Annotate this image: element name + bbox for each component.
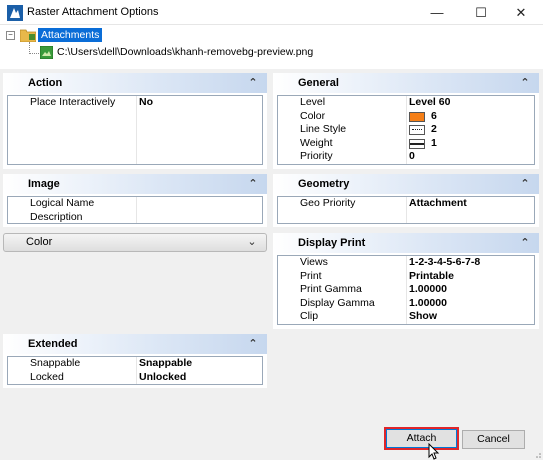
chevron-up-icon[interactable]: ⌃: [245, 334, 261, 354]
panel-title: Color: [26, 236, 53, 248]
property-row[interactable]: Views 1-2-3-4-5-6-7-8: [278, 256, 534, 270]
color-swatch[interactable]: [409, 111, 425, 122]
property-label: Priority: [300, 150, 333, 162]
property-row[interactable]: Locked Unlocked: [8, 371, 262, 385]
image-panel: Image ⌃ Logical Name Description: [3, 174, 267, 227]
property-label: Place Interactively: [30, 96, 116, 108]
property-value[interactable]: Level 60: [409, 96, 450, 110]
property-label: Views: [300, 256, 328, 268]
action-panel: Action ⌃ Place Interactively No: [3, 73, 267, 169]
property-row[interactable]: Print Gamma 1.00000: [278, 283, 534, 297]
chevron-up-icon[interactable]: ⌃: [517, 174, 533, 194]
attach-button[interactable]: Attach: [386, 429, 457, 448]
panel-title: Display Print: [298, 237, 366, 249]
image-properties: Logical Name Description: [7, 196, 263, 224]
property-row[interactable]: Geo Priority Attachment: [278, 197, 534, 211]
mouse-cursor-icon: [428, 443, 440, 460]
property-value[interactable]: Printable: [409, 270, 454, 284]
cancel-button[interactable]: Cancel: [462, 430, 525, 449]
window-title: Raster Attachment Options: [27, 6, 159, 18]
action-properties: Place Interactively No: [7, 95, 263, 165]
maximize-button[interactable]: ☐: [459, 0, 503, 25]
general-properties: Level Level 60 Color 6 Line Style 2 Weig…: [277, 95, 535, 165]
tree-root-attachments[interactable]: Attachments: [38, 28, 103, 42]
close-button[interactable]: ✕: [499, 0, 543, 25]
property-row[interactable]: Weight 1: [278, 137, 534, 151]
property-row[interactable]: Clip Show: [278, 310, 534, 324]
extended-properties: Snappable Snappable Locked Unlocked: [7, 356, 263, 385]
panel-title: Action: [28, 77, 63, 89]
property-row[interactable]: Place Interactively No: [8, 96, 262, 110]
property-row[interactable]: Color 6: [278, 110, 534, 124]
property-row[interactable]: Priority 0: [278, 150, 534, 164]
extended-panel-header[interactable]: Extended ⌃: [3, 334, 267, 354]
title-bar: Raster Attachment Options — ☐ ✕: [0, 0, 543, 25]
property-value[interactable]: No: [139, 96, 153, 110]
folder-icon: [20, 29, 36, 42]
resize-grip-icon[interactable]: [533, 450, 541, 458]
property-label: Print Gamma: [300, 283, 362, 295]
property-value[interactable]: 1-2-3-4-5-6-7-8: [409, 256, 480, 270]
property-label: Display Gamma: [300, 296, 375, 309]
property-row[interactable]: Display Gamma 1.00000: [278, 297, 534, 311]
property-label: Description: [30, 210, 83, 223]
panel-title: Extended: [28, 338, 78, 350]
property-value[interactable]: 2: [431, 123, 437, 137]
property-label: Snappable: [30, 357, 81, 369]
property-value[interactable]: 6: [431, 110, 437, 124]
app-icon: [7, 5, 23, 21]
property-label: Geo Priority: [300, 197, 356, 209]
action-panel-header[interactable]: Action ⌃: [3, 73, 267, 93]
property-value[interactable]: Snappable: [139, 357, 192, 371]
property-label: Print: [300, 269, 322, 282]
property-value[interactable]: 1.00000: [409, 283, 447, 297]
property-value[interactable]: Show: [409, 310, 437, 324]
line-weight-icon[interactable]: [409, 138, 425, 149]
line-style-icon[interactable]: [409, 125, 425, 135]
property-label: Weight: [300, 136, 333, 149]
property-label: Logical Name: [30, 197, 95, 209]
geometry-panel-header[interactable]: Geometry ⌃: [273, 174, 539, 194]
property-value[interactable]: 1.00000: [409, 297, 447, 311]
property-value[interactable]: 0: [409, 150, 415, 164]
display-print-panel: Display Print ⌃ Views 1-2-3-4-5-6-7-8 Pr…: [273, 233, 539, 329]
property-value[interactable]: Attachment: [409, 197, 467, 211]
property-value[interactable]: Unlocked: [139, 371, 186, 385]
property-label: Clip: [300, 310, 319, 322]
property-row[interactable]: Description: [8, 211, 262, 225]
attachment-tree: − Attachments C:\Users\dell\Downloads\kh…: [0, 25, 543, 69]
extended-panel: Extended ⌃ Snappable Snappable Locked Un…: [3, 334, 267, 388]
tree-line: [29, 53, 39, 54]
display-print-panel-header[interactable]: Display Print ⌃: [273, 233, 539, 253]
property-row[interactable]: Logical Name: [8, 197, 262, 211]
property-row[interactable]: Snappable Snappable: [8, 357, 262, 371]
panel-title: General: [298, 77, 339, 89]
geometry-panel: Geometry ⌃ Geo Priority Attachment: [273, 174, 539, 227]
general-panel-header[interactable]: General ⌃: [273, 73, 539, 93]
panel-title: Geometry: [298, 178, 350, 190]
property-row[interactable]: Line Style 2: [278, 123, 534, 137]
panel-title: Image: [28, 178, 60, 190]
color-panel-header[interactable]: Color ⌄: [3, 233, 267, 252]
minimize-button[interactable]: —: [415, 0, 459, 25]
image-panel-header[interactable]: Image ⌃: [3, 174, 267, 194]
chevron-down-icon[interactable]: ⌄: [244, 234, 260, 251]
property-label: Locked: [30, 370, 64, 383]
property-value[interactable]: 1: [431, 137, 437, 151]
minus-icon[interactable]: −: [6, 31, 15, 40]
property-label: Color: [300, 109, 326, 122]
chevron-up-icon[interactable]: ⌃: [245, 73, 261, 93]
display-print-properties: Views 1-2-3-4-5-6-7-8 Print Printable Pr…: [277, 255, 535, 325]
tree-item-file[interactable]: C:\Users\dell\Downloads\khanh-removebg-p…: [57, 46, 313, 58]
chevron-up-icon[interactable]: ⌃: [245, 174, 261, 194]
property-row[interactable]: Level Level 60: [278, 96, 534, 110]
chevron-up-icon[interactable]: ⌃: [517, 73, 533, 93]
general-panel: General ⌃ Level Level 60 Color 6 Line St…: [273, 73, 539, 169]
geometry-properties: Geo Priority Attachment: [277, 196, 535, 224]
property-label: Level: [300, 96, 326, 108]
image-file-icon: [40, 46, 53, 59]
property-label: Line Style: [300, 123, 347, 135]
property-row[interactable]: Print Printable: [278, 270, 534, 284]
chevron-up-icon[interactable]: ⌃: [517, 233, 533, 253]
